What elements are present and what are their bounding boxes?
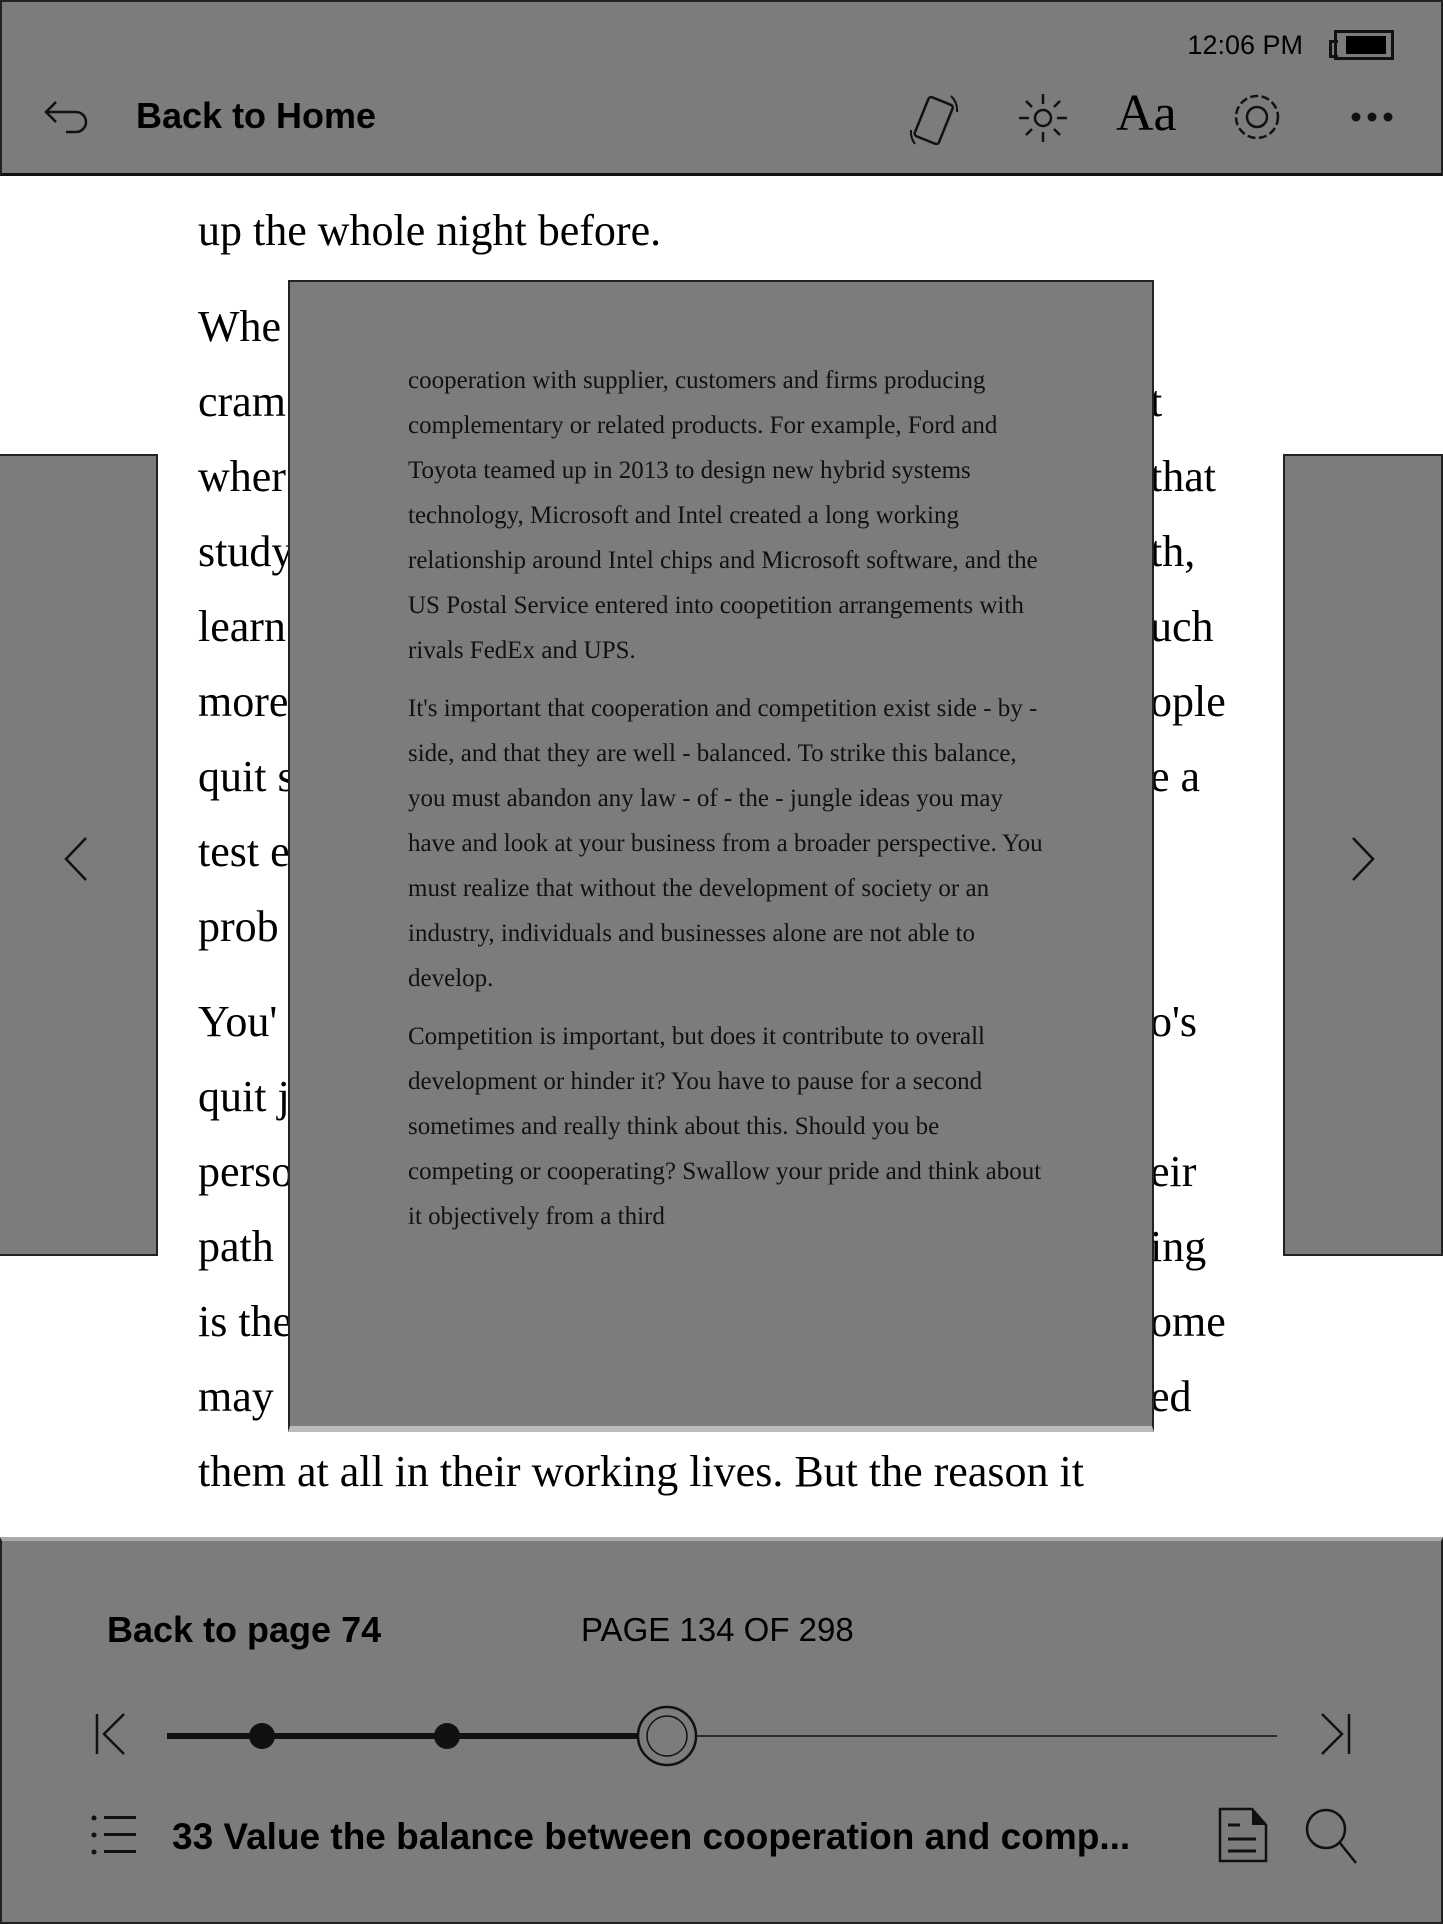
page-slider[interactable] — [162, 1701, 1282, 1771]
search-icon[interactable] — [1304, 1807, 1360, 1867]
text-line: Whe — [198, 302, 282, 351]
text-fragment: eir — [1150, 1147, 1197, 1196]
page-indicator: PAGE 134 OF 298 — [581, 1611, 854, 1648]
next-page-button[interactable] — [1283, 454, 1443, 1256]
settings-icon[interactable] — [1228, 88, 1286, 146]
text-line: You' — [198, 997, 278, 1046]
last-page-icon[interactable] — [1318, 1711, 1352, 1757]
preview-paragraph: It's important that cooperation and comp… — [408, 695, 1043, 992]
text-line: may — [198, 1372, 274, 1421]
text-line: wher — [198, 452, 286, 501]
more-icon[interactable] — [1350, 110, 1394, 124]
text-line: more — [198, 677, 289, 726]
back-to-home-label: Back to Home — [136, 95, 377, 136]
text-line: quit s — [198, 752, 295, 801]
slider-thumb[interactable] — [636, 1705, 698, 1767]
brightness-icon[interactable] — [1015, 90, 1071, 146]
text-line: them at all in their working lives. But … — [198, 1447, 1084, 1496]
bottom-bar: Back to page 74 PAGE 134 OF 298 33 Value… — [0, 1537, 1443, 1924]
text-line: quit j — [198, 1072, 290, 1121]
notes-icon[interactable] — [1218, 1807, 1268, 1863]
battery-icon — [1329, 30, 1394, 60]
preview-paragraph: Competition is important, but does it co… — [408, 1023, 1042, 1230]
back-to-page-button[interactable]: Back to page 74 — [107, 1609, 381, 1651]
text-fragment: th, — [1150, 527, 1196, 576]
text-fragment: ople — [1150, 677, 1226, 726]
table-of-contents-icon[interactable] — [90, 1813, 138, 1857]
text-fragment: ing — [1150, 1222, 1207, 1271]
text-line: prob — [198, 902, 279, 951]
first-page-icon[interactable] — [94, 1711, 128, 1757]
text-fragment: ed — [1150, 1372, 1192, 1421]
top-bar: 12:06 PM Back to Home Aa — [0, 0, 1443, 176]
chapter-title[interactable]: 33 Value the balance between cooperation… — [172, 1816, 1130, 1858]
text-fragment: ome — [1150, 1297, 1226, 1346]
text-line: path — [198, 1222, 274, 1271]
back-to-home-button[interactable]: Back to Home — [42, 95, 376, 137]
back-arrow-icon — [44, 101, 88, 134]
chevron-left-icon — [64, 837, 87, 881]
rotate-icon[interactable] — [907, 90, 963, 150]
previous-page-button[interactable] — [0, 454, 158, 1256]
text-line: study — [198, 527, 294, 576]
preview-paragraph: cooperation with supplier, customers and… — [408, 367, 1038, 664]
text-line: test e — [198, 827, 290, 876]
text-line: cram — [198, 377, 286, 426]
font-icon[interactable]: Aa — [1116, 84, 1177, 143]
text-line: up the whole night before. — [198, 206, 662, 255]
text-fragment: o's — [1150, 997, 1198, 1046]
page-preview-popup[interactable]: cooperation with supplier, customers and… — [288, 280, 1154, 1432]
text-line: perso — [198, 1147, 294, 1196]
text-line: learn — [198, 602, 286, 651]
text-fragment: uch — [1150, 602, 1214, 651]
clock: 12:06 PM — [1187, 30, 1303, 60]
text-fragment: e a — [1150, 752, 1201, 801]
text-line: is the — [198, 1297, 293, 1346]
chevron-right-icon — [1352, 837, 1375, 881]
bookmark-marker[interactable] — [249, 1723, 275, 1749]
text-fragment: that — [1150, 452, 1216, 501]
bookmark-marker[interactable] — [434, 1723, 460, 1749]
